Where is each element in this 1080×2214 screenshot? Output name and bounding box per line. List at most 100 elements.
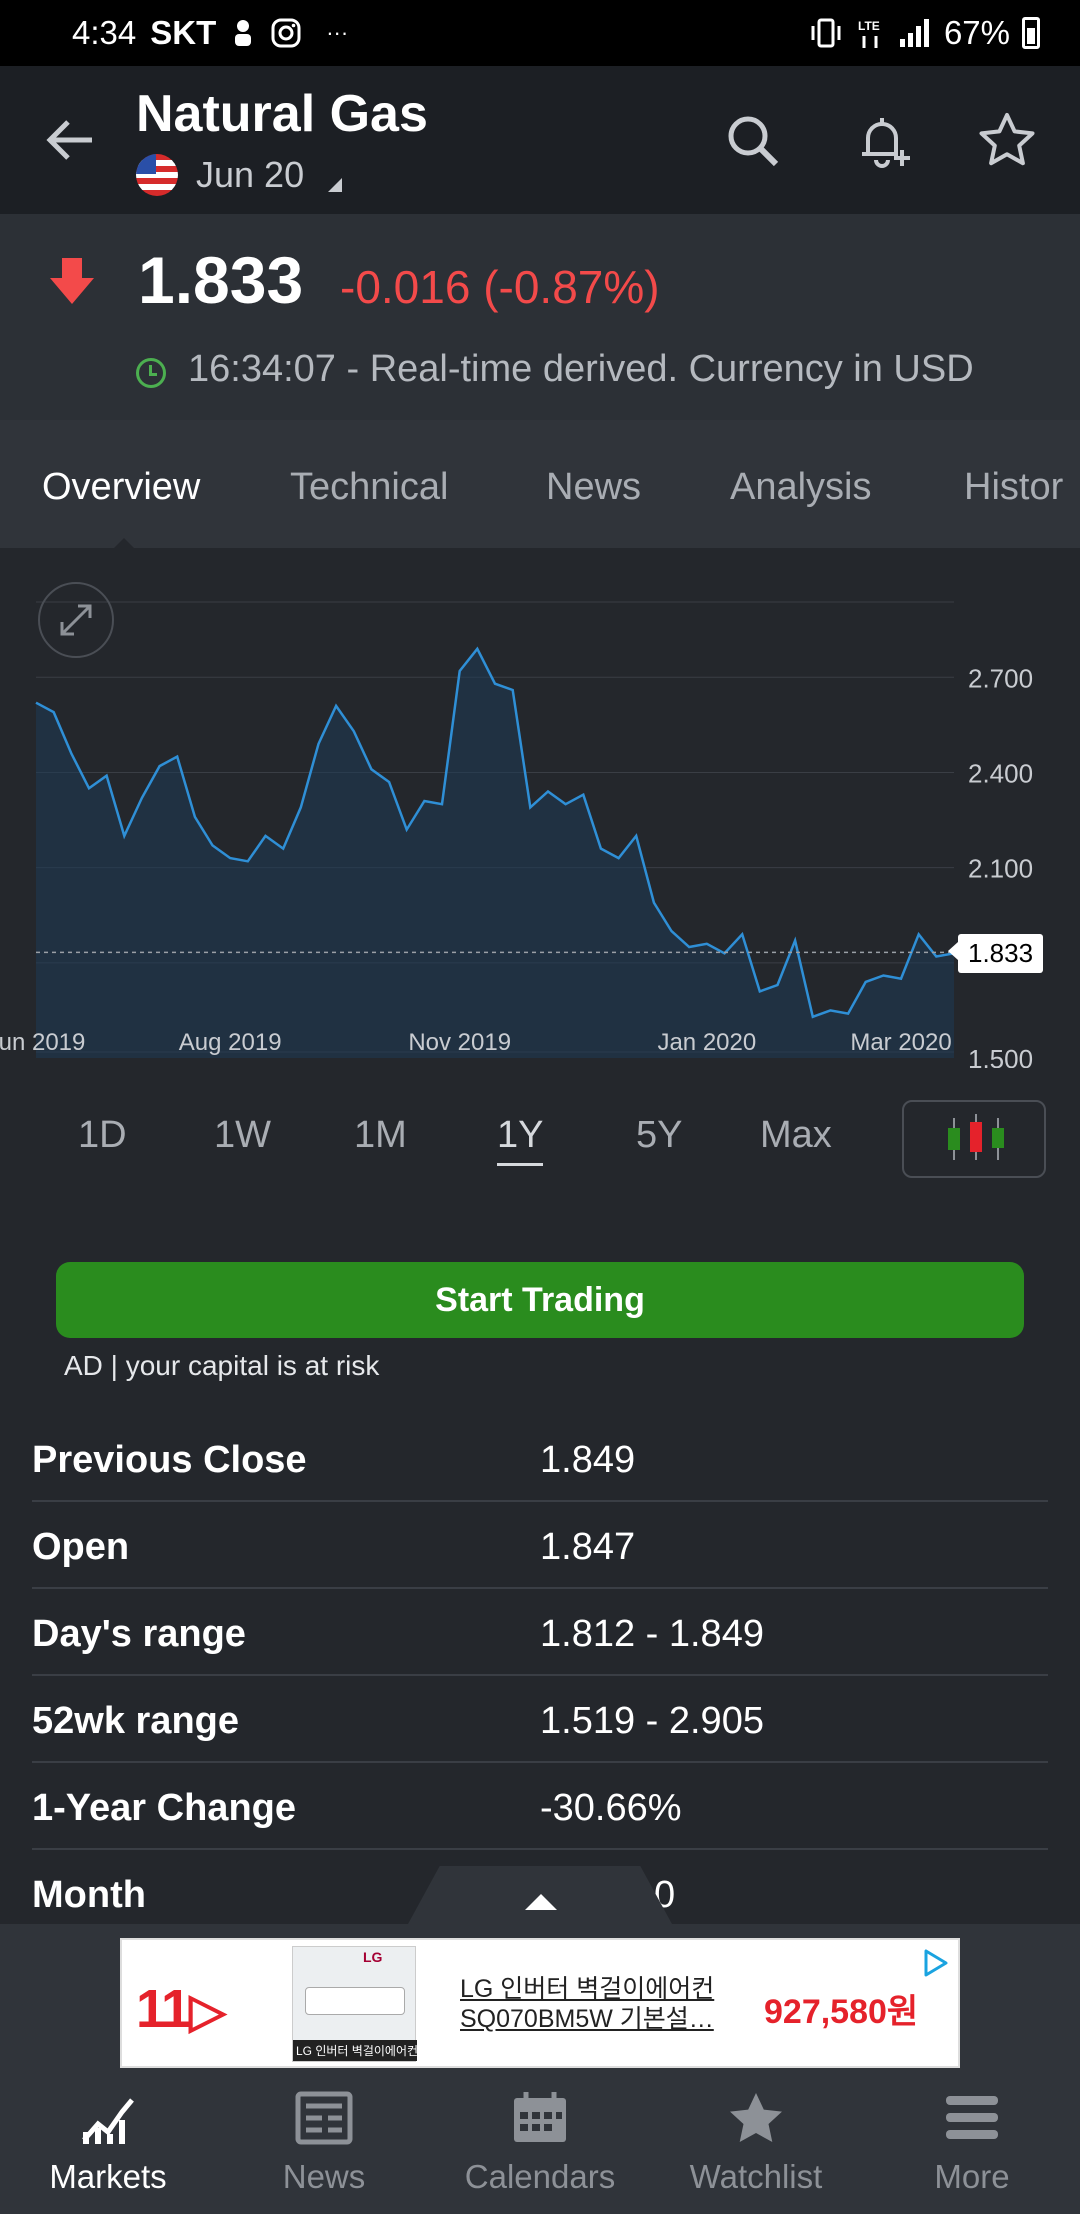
dropdown-triangle-icon <box>328 178 343 192</box>
star-outline-icon[interactable] <box>976 110 1038 172</box>
ad-product-name[interactable]: LG 인버터 벽걸이에어컨 SQ070BM5W 기본설… <box>460 1974 750 2034</box>
nav-calendars[interactable]: Calendars <box>432 2070 648 2214</box>
stat-row: Open 1.847 <box>32 1502 1048 1589</box>
ad-choices-icon[interactable] <box>918 1946 952 1980</box>
range-1d[interactable]: 1D <box>78 1114 127 1157</box>
ad-product-image: LG LG 인버터 벽걸이에어컨 <box>292 1946 417 2062</box>
nav-label: Calendars <box>464 2158 616 2195</box>
menu-icon <box>946 2096 998 2139</box>
stat-value: -30.66% <box>540 1787 682 1829</box>
ad-disclaimer: AD | your capital is at risk <box>64 1350 380 1381</box>
range-selector: 1D 1W 1M 1Y 5Y Max <box>0 1096 1080 1186</box>
battery-percent: 67% <box>943 14 1010 51</box>
us-flag-icon <box>136 154 178 196</box>
ad-banner[interactable]: 11▷ LG LG 인버터 벽걸이에어컨 LG 인버터 벽걸이에어컨 SQ070… <box>120 1938 960 2068</box>
calendar-icon <box>514 2092 566 2142</box>
x-tick-label: Aug 2019 <box>179 1029 282 1056</box>
stat-label: Month <box>32 1874 146 1916</box>
y-tick-label: 2.100 <box>968 854 1033 884</box>
ad-logo: 11▷ <box>136 1979 226 2039</box>
nav-label: Watchlist <box>689 2158 823 2195</box>
stat-value: 1.519 - 2.905 <box>540 1700 764 1742</box>
range-1w[interactable]: 1W <box>214 1114 271 1157</box>
chart-svg: 2.700 2.400 2.100 1.500 Jun 2019 Aug 2019 Nov … <box>0 601 1033 1068</box>
nav-label: Markets <box>49 2158 167 2195</box>
quote-timestamp: 16:34:07 - Real-time derived. Currency i… <box>188 348 974 390</box>
ad-bar: 11▷ LG LG 인버터 벽걸이에어컨 LG 인버터 벽걸이에어컨 SQ070… <box>0 1924 1080 2070</box>
news-icon <box>295 2091 353 2145</box>
x-tick-label: Nov 2019 <box>408 1029 511 1056</box>
tab-historical[interactable]: Histor <box>964 466 1063 509</box>
tab-overview[interactable]: Overview <box>42 466 200 509</box>
ad-price: 927,580원 <box>764 1993 919 2031</box>
quote-panel: 1.833 -0.016 (-0.87%) 16:34:07 - Real-ti… <box>0 214 1080 420</box>
nav-news[interactable]: News <box>216 2070 432 2214</box>
svg-text:LTE: LTE <box>858 19 880 33</box>
chart-area-fill <box>36 648 954 1058</box>
nav-label: More <box>934 2158 1010 2195</box>
stat-row: 52wk range 1.519 - 2.905 <box>32 1676 1048 1763</box>
ad-text-line1: LG 인버터 벽걸이에어컨 <box>460 1975 715 2003</box>
stat-value: 1.847 <box>540 1526 636 1568</box>
markets-icon <box>82 2098 134 2144</box>
stats-table: Previous Close 1.849 Open 1.847 Day's ra… <box>32 1415 1048 1937</box>
nav-label: News <box>282 2158 366 2195</box>
y-tick-label: 1.500 <box>968 1044 1033 1068</box>
tab-analysis[interactable]: Analysis <box>730 466 872 509</box>
more-notifications-icon: ··· <box>326 20 349 45</box>
stat-label: 52wk range <box>32 1700 239 1742</box>
stat-label: 1-Year Change <box>32 1787 296 1829</box>
tab-news[interactable]: News <box>546 466 641 509</box>
stat-label: Previous Close <box>32 1439 307 1481</box>
air-conditioner-icon <box>305 1987 405 2015</box>
search-icon[interactable] <box>722 110 784 172</box>
price-change: -0.016 (-0.87%) <box>340 261 660 313</box>
stat-row: Day's range 1.812 - 1.849 <box>32 1589 1048 1676</box>
notification-icon <box>235 20 252 46</box>
range-max[interactable]: Max <box>760 1114 832 1157</box>
stat-row: 1-Year Change -30.66% <box>32 1763 1048 1850</box>
stat-value: 1.812 - 1.849 <box>540 1613 764 1655</box>
x-tick-label: Jun 2019 <box>0 1029 85 1056</box>
instagram-icon <box>271 18 301 48</box>
add-alert-icon[interactable] <box>854 110 916 172</box>
status-bar: 4:34 SKT ··· LTE 67% <box>0 0 1080 66</box>
status-time: 4:34 <box>72 14 137 51</box>
ad-text-line2: SQ070BM5W 기본설… <box>460 2005 714 2033</box>
range-1y[interactable]: 1Y <box>497 1114 544 1166</box>
y-tick-label: 2.700 <box>968 663 1033 693</box>
star-icon <box>730 2093 782 2142</box>
x-tick-label: Jan 2020 <box>657 1029 756 1056</box>
last-price-marker: 1.833 <box>947 934 1044 974</box>
nav-watchlist[interactable]: Watchlist <box>648 2070 864 2214</box>
candlestick-toggle-button[interactable] <box>902 1100 1046 1178</box>
status-carrier: SKT <box>150 14 217 51</box>
tab-technical[interactable]: Technical <box>290 466 448 509</box>
x-tick-label: Mar 2020 <box>850 1029 951 1056</box>
ad-thumb-caption: LG 인버터 벽걸이에어컨 <box>293 2040 417 2061</box>
signal-icon <box>899 19 929 47</box>
expand-chart-button[interactable] <box>38 582 114 658</box>
instrument-title: Natural Gas <box>136 85 428 143</box>
chevron-up-icon[interactable] <box>525 1894 557 1910</box>
candlestick-icon <box>948 1114 1004 1160</box>
stat-value: 1.849 <box>540 1439 636 1481</box>
bottom-nav: Markets News Calendars Watchlist More <box>0 2070 1080 2214</box>
y-tick-label: 2.400 <box>968 758 1033 788</box>
stat-label: Open <box>32 1526 130 1568</box>
contract-selector[interactable]: Jun 20 <box>136 154 343 196</box>
nav-more[interactable]: More <box>864 2070 1080 2214</box>
last-price: 1.833 <box>138 243 304 317</box>
start-trading-button[interactable]: Start Trading <box>56 1262 1024 1338</box>
stat-label: Day's range <box>32 1613 246 1655</box>
range-5y[interactable]: 5Y <box>636 1114 682 1157</box>
range-1m[interactable]: 1M <box>354 1114 407 1157</box>
nav-markets[interactable]: Markets <box>0 2070 216 2214</box>
down-arrow-icon <box>50 258 94 304</box>
clock-icon <box>136 358 166 388</box>
expand-icon <box>60 604 92 636</box>
back-arrow-icon[interactable] <box>40 110 100 170</box>
price-chart[interactable]: 2.700 2.400 2.100 1.500 Jun 2019 Aug 2019 Nov … <box>0 548 1080 1068</box>
ad-brand: LG <box>363 1949 383 1965</box>
tab-indicator <box>112 538 136 548</box>
